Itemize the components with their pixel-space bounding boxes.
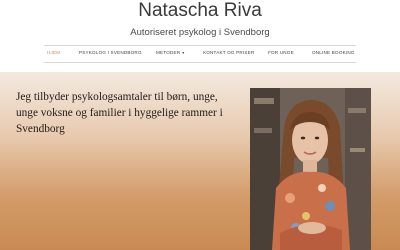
nav-item-metoder[interactable]: METODER ▾ (156, 49, 185, 57)
nav-item-kontakt-og-priser[interactable]: KONTAKT OG PRISER (203, 49, 254, 57)
nav-item-psykolog-i-svendborg[interactable]: PSYKOLOG I SVENDBORG (79, 49, 142, 57)
nav-item-online-booking[interactable]: ONLINE BOOKING (312, 49, 355, 57)
nav-item-hjem[interactable]: HJEM (47, 49, 60, 57)
hero-tagline: Jeg tilbyder psykologsamtaler til børn, … (16, 91, 223, 135)
nav-divider-top (44, 45, 356, 46)
site-header: Natascha Riva Autoriseret psykolog i Sve… (0, 0, 400, 72)
nav-divider-bottom (44, 62, 356, 63)
main-nav: HJEM PSYKOLOG I SVENDBORG METODER ▾ KONTA… (0, 47, 400, 61)
site-title[interactable]: Natascha Riva (0, 0, 400, 22)
portrait-illustration (250, 88, 371, 250)
nav-item-metoder-label: METODER (156, 50, 181, 55)
nav-item-for-unge[interactable]: FOR UNGE (268, 49, 294, 57)
chevron-down-icon: ▾ (182, 50, 185, 55)
portrait-photo (250, 88, 371, 250)
site-subtitle: Autoriseret psykolog i Svendborg (130, 27, 270, 38)
